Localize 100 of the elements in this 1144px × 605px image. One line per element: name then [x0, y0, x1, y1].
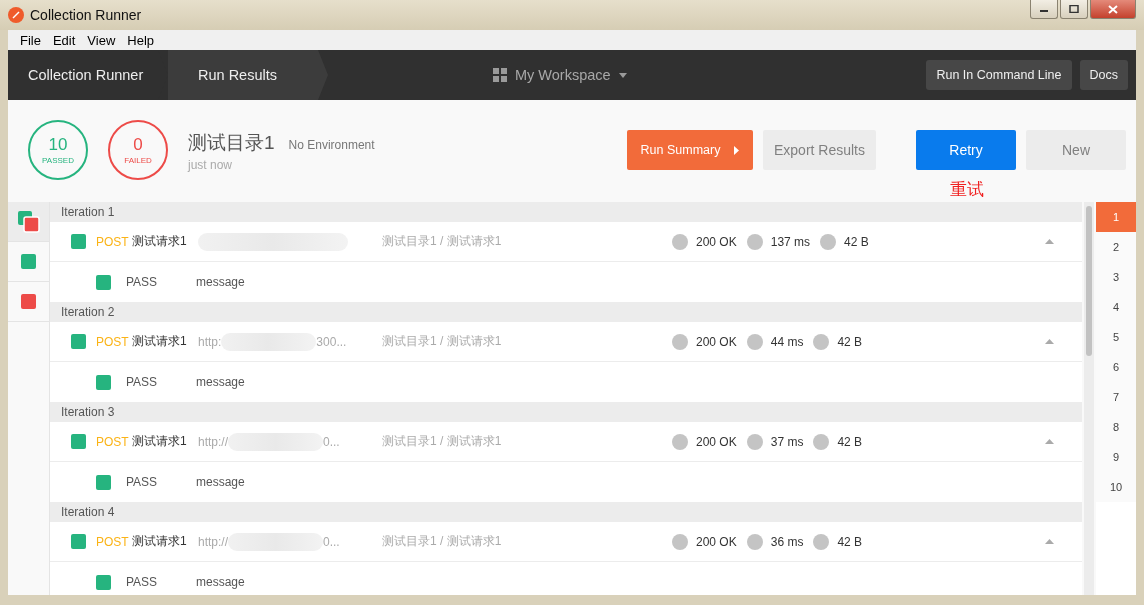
- status-dot-icon: [672, 533, 688, 550]
- iteration-header: Iteration 2: [50, 302, 1082, 322]
- minimize-button[interactable]: [1030, 0, 1058, 19]
- status-dot-icon: [813, 533, 830, 550]
- collection-name: 测试目录1: [188, 131, 275, 155]
- response-time: 137 ms: [770, 234, 811, 249]
- caret-up-icon[interactable]: [1045, 539, 1054, 544]
- iteration-tab[interactable]: 5: [1096, 322, 1136, 352]
- square-icon: [21, 294, 36, 309]
- request-path: 测试目录1 / 测试请求1: [382, 233, 503, 250]
- menu-item[interactable]: File: [14, 32, 47, 48]
- request-url: http://: [198, 534, 229, 549]
- status-dot-icon: [746, 533, 763, 550]
- request-name: 测试请求1: [132, 433, 188, 450]
- request-name: 测试请求1: [132, 333, 188, 350]
- request-path: 测试目录1 / 测试请求1: [382, 533, 503, 550]
- status-code: 200 OK: [696, 234, 737, 249]
- toolbar-button[interactable]: Docs: [1079, 60, 1128, 90]
- iteration-tab[interactable]: 3: [1096, 262, 1136, 292]
- request-url: 0...: [323, 534, 340, 549]
- iteration-header: Iteration 4: [50, 502, 1082, 522]
- scrollbar[interactable]: [1084, 202, 1094, 595]
- response-size: 42 B: [837, 434, 863, 449]
- request-path: 测试目录1 / 测试请求1: [382, 333, 503, 350]
- iteration-tab[interactable]: 9: [1096, 442, 1136, 472]
- breadcrumb-tab[interactable]: Run Results: [168, 50, 328, 100]
- method-label: POST: [96, 234, 130, 249]
- menu-item[interactable]: Help: [121, 32, 161, 48]
- status-dot-icon: [672, 233, 688, 250]
- failed-count-ring: 0 FAILED: [108, 120, 168, 180]
- request-status-icon: [71, 534, 86, 549]
- response-time: 44 ms: [770, 334, 804, 349]
- status-dot-icon: [672, 333, 688, 350]
- window-title: Collection Runner: [30, 7, 143, 23]
- maximize-icon: [1069, 5, 1079, 13]
- request-row[interactable]: POST 测试请求1 测试目录1 / 测试请求1 200 OK 137 ms 42 B: [50, 222, 1082, 262]
- iteration-tab[interactable]: 2: [1096, 232, 1136, 262]
- run-time: just now: [188, 158, 234, 172]
- caret-up-icon[interactable]: [1045, 339, 1054, 344]
- status-code: 200 OK: [696, 434, 737, 449]
- environment-label: No Environment: [288, 138, 375, 152]
- request-name: 测试请求1: [132, 233, 188, 250]
- caret-up-icon[interactable]: [1045, 239, 1054, 244]
- caret-right-icon: [734, 145, 740, 155]
- status-dot-icon: [746, 233, 763, 250]
- method-label: POST: [96, 434, 130, 449]
- request-row[interactable]: POST 测试请求1 http: 300... 测试目录1 / 测试请求1 200 OK 44 ms 42 B: [50, 322, 1082, 362]
- status-dot-icon: [746, 333, 763, 350]
- square-icon: [21, 254, 36, 269]
- iteration-tab[interactable]: 4: [1096, 292, 1136, 322]
- maximize-button[interactable]: [1060, 0, 1088, 19]
- close-icon: [1108, 4, 1118, 14]
- request-url: http:: [198, 334, 222, 349]
- menu-item[interactable]: Edit: [46, 32, 82, 48]
- all-filter-tab[interactable]: [8, 202, 49, 242]
- request-status-icon: [71, 234, 86, 249]
- grid-icon: [493, 68, 507, 82]
- status-dot-icon: [813, 433, 830, 450]
- test-name: message: [196, 375, 245, 389]
- test-name: message: [196, 475, 245, 489]
- status-dot-icon: [672, 433, 688, 450]
- caret-up-icon[interactable]: [1045, 439, 1054, 444]
- status-dot-icon: [746, 433, 763, 450]
- method-label: POST: [96, 334, 130, 349]
- app-logo-icon: [8, 7, 24, 23]
- annotation-text: 重试: [950, 179, 984, 201]
- status-dot-icon: [813, 333, 830, 350]
- request-row[interactable]: POST 测试请求1 http:// 0... 测试目录1 / 测试请求1 200 OK 36 ms 42 B: [50, 522, 1082, 562]
- test-result: PASS: [126, 575, 159, 589]
- method-label: POST: [96, 534, 130, 549]
- iteration-header: Iteration 3: [50, 402, 1082, 422]
- caret-down-icon: [618, 72, 627, 78]
- test-result: PASS: [126, 375, 159, 389]
- menu-item[interactable]: View: [81, 32, 122, 48]
- iteration-tab[interactable]: 6: [1096, 352, 1136, 382]
- test-result: PASS: [126, 475, 159, 489]
- workspace-selector[interactable]: My Workspace: [493, 67, 627, 83]
- toolbar-button[interactable]: Run In Command Line: [926, 60, 1072, 90]
- status-code: 200 OK: [696, 534, 737, 549]
- response-size: 42 B: [837, 334, 863, 349]
- iteration-tab[interactable]: 7: [1096, 382, 1136, 412]
- request-path: 测试目录1 / 测试请求1: [382, 433, 503, 450]
- passed-count-ring: 10 PASSED: [28, 120, 88, 180]
- status-code: 200 OK: [696, 334, 737, 349]
- response-time: 37 ms: [770, 434, 804, 449]
- close-button[interactable]: [1090, 0, 1136, 19]
- request-status-icon: [71, 334, 86, 349]
- action-button[interactable]: Retry: [916, 130, 1016, 170]
- request-url: http://: [198, 434, 229, 449]
- status-dot-icon: [820, 233, 837, 250]
- test-result: PASS: [126, 275, 159, 289]
- iteration-tab[interactable]: 10: [1096, 472, 1136, 502]
- request-url: 300...: [316, 334, 347, 349]
- response-size: 42 B: [837, 534, 863, 549]
- iteration-tab[interactable]: 8: [1096, 412, 1136, 442]
- request-row[interactable]: POST 测试请求1 http:// 0... 测试目录1 / 测试请求1 200 OK 37 ms 42 B: [50, 422, 1082, 462]
- request-status-icon: [71, 434, 86, 449]
- response-size: 42 B: [844, 234, 869, 249]
- request-url: 0...: [323, 434, 340, 449]
- response-time: 36 ms: [770, 534, 804, 549]
